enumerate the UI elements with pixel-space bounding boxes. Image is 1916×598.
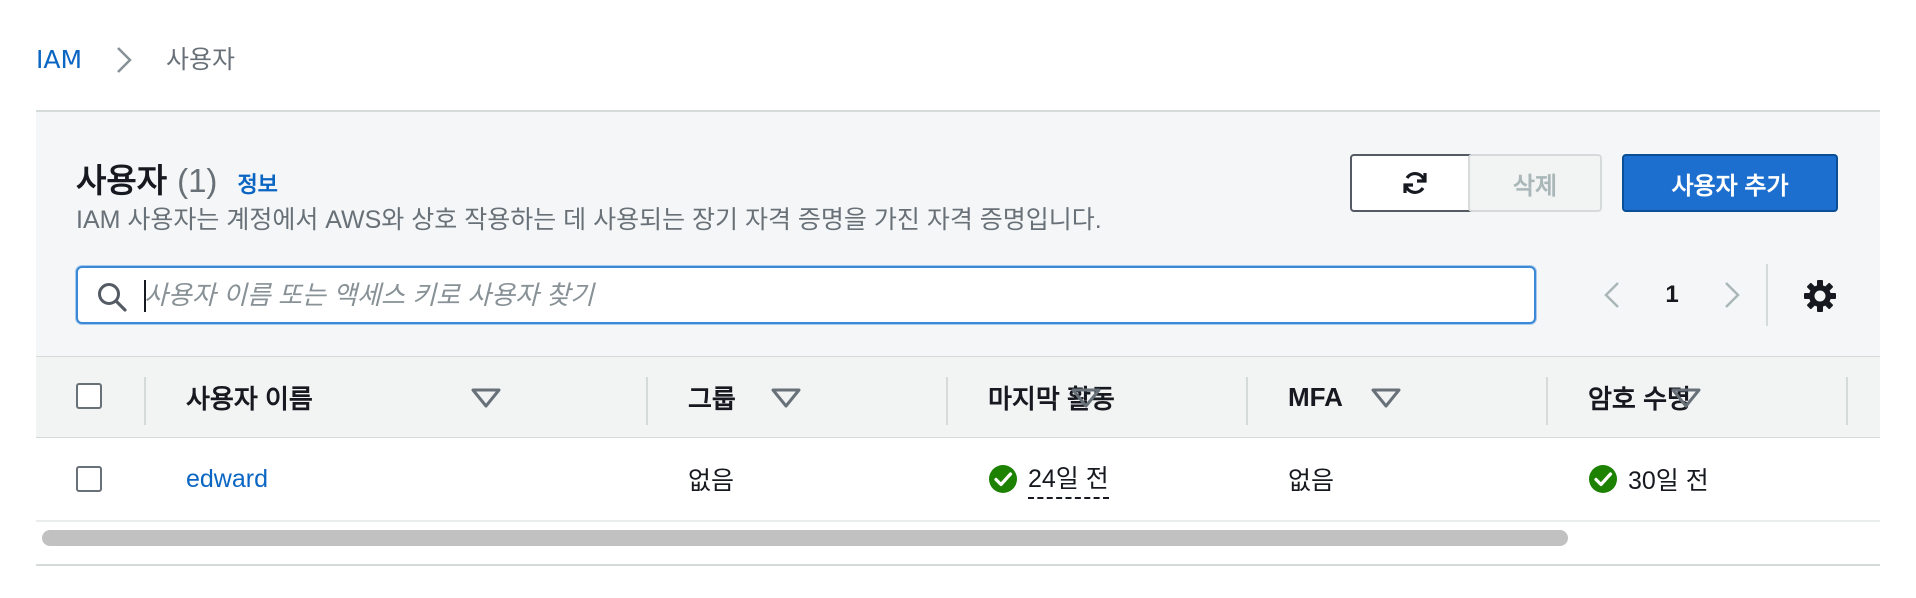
- page-title: 사용자: [76, 162, 168, 199]
- password-age-value: 30일 전: [1628, 467, 1709, 495]
- column-header-groups[interactable]: 그룹: [688, 357, 736, 437]
- page-description: IAM 사용자는 계정에서 AWS와 상호 작용하는 데 사용되는 장기 자격 …: [76, 206, 1102, 234]
- add-user-button[interactable]: 사용자 추가: [1622, 154, 1838, 212]
- column-header-mfa[interactable]: MFA: [1288, 357, 1343, 437]
- column-header-label: 사용자 이름: [186, 383, 313, 414]
- row-select-checkbox[interactable]: [76, 466, 102, 492]
- refresh-icon: [1403, 172, 1427, 194]
- column-divider: [1846, 377, 1848, 425]
- next-page-button[interactable]: [1712, 275, 1752, 315]
- sort-down-icon[interactable]: [470, 387, 502, 409]
- cell-password-age: 30일 전: [1588, 438, 1709, 520]
- column-divider: [946, 377, 948, 425]
- column-header-label: MFA: [1288, 381, 1343, 412]
- chevron-right-icon: [1725, 282, 1740, 308]
- sort-down-icon[interactable]: [1370, 387, 1402, 409]
- sort-down-icon[interactable]: [770, 387, 802, 409]
- column-divider: [1246, 377, 1248, 425]
- check-circle-icon: [1589, 465, 1617, 493]
- chevron-right-icon: [104, 45, 144, 75]
- pagination: 1: [1592, 266, 1752, 324]
- table-row[interactable]: edward 없음 24일 전 없음 30일 전: [36, 438, 1880, 522]
- column-divider: [144, 377, 146, 425]
- groups-value: 없음: [688, 467, 735, 495]
- mfa-value: 없음: [1288, 467, 1335, 495]
- scrollbar-thumb[interactable]: [42, 530, 1568, 546]
- chevron-left-icon: [1604, 282, 1619, 308]
- username-link[interactable]: edward: [186, 465, 268, 494]
- delete-button[interactable]: 삭제: [1468, 154, 1602, 212]
- column-header-username[interactable]: 사용자 이름: [186, 357, 313, 437]
- cell-username: edward: [186, 438, 268, 520]
- check-circle-icon: [989, 465, 1017, 493]
- previous-page-button[interactable]: [1592, 275, 1632, 315]
- pager-divider: [1766, 264, 1768, 326]
- column-header-label: 그룹: [688, 383, 736, 414]
- horizontal-scrollbar[interactable]: [36, 524, 1880, 550]
- table-header: 사용자 이름 그룹 마지막 활동 MFA 암호 수명: [36, 357, 1880, 438]
- panel-header: 사용자 (1) 정보 IAM 사용자는 계정에서 AWS와 상호 작용하는 데 …: [36, 112, 1880, 357]
- panel-bottom-border: [36, 564, 1880, 566]
- column-divider: [646, 377, 648, 425]
- search-box: [76, 266, 1536, 324]
- cell-groups: 없음: [688, 438, 734, 520]
- search-input[interactable]: [144, 274, 1524, 316]
- breadcrumb: IAM 사용자: [36, 40, 235, 80]
- gear-icon[interactable]: [1802, 278, 1838, 314]
- sort-down-icon[interactable]: [1070, 387, 1102, 409]
- breadcrumb-iam-link[interactable]: IAM: [36, 40, 82, 80]
- users-panel: 사용자 (1) 정보 IAM 사용자는 계정에서 AWS와 상호 작용하는 데 …: [36, 110, 1880, 567]
- select-all-checkbox[interactable]: [76, 383, 102, 409]
- last-activity-value[interactable]: 24일 전: [1028, 459, 1109, 499]
- info-link[interactable]: 정보: [237, 167, 277, 199]
- cell-mfa: 없음: [1288, 438, 1334, 520]
- text-caret: [144, 280, 146, 312]
- title-row: 사용자 (1) 정보: [76, 154, 278, 202]
- sort-down-icon[interactable]: [1670, 387, 1702, 409]
- cell-last-activity: 24일 전: [988, 438, 1109, 520]
- column-divider: [1546, 377, 1548, 425]
- breadcrumb-current: 사용자: [166, 45, 236, 74]
- search-icon: [98, 283, 127, 312]
- current-page[interactable]: 1: [1632, 281, 1712, 309]
- user-count: (1): [177, 162, 218, 199]
- refresh-button[interactable]: [1350, 154, 1480, 212]
